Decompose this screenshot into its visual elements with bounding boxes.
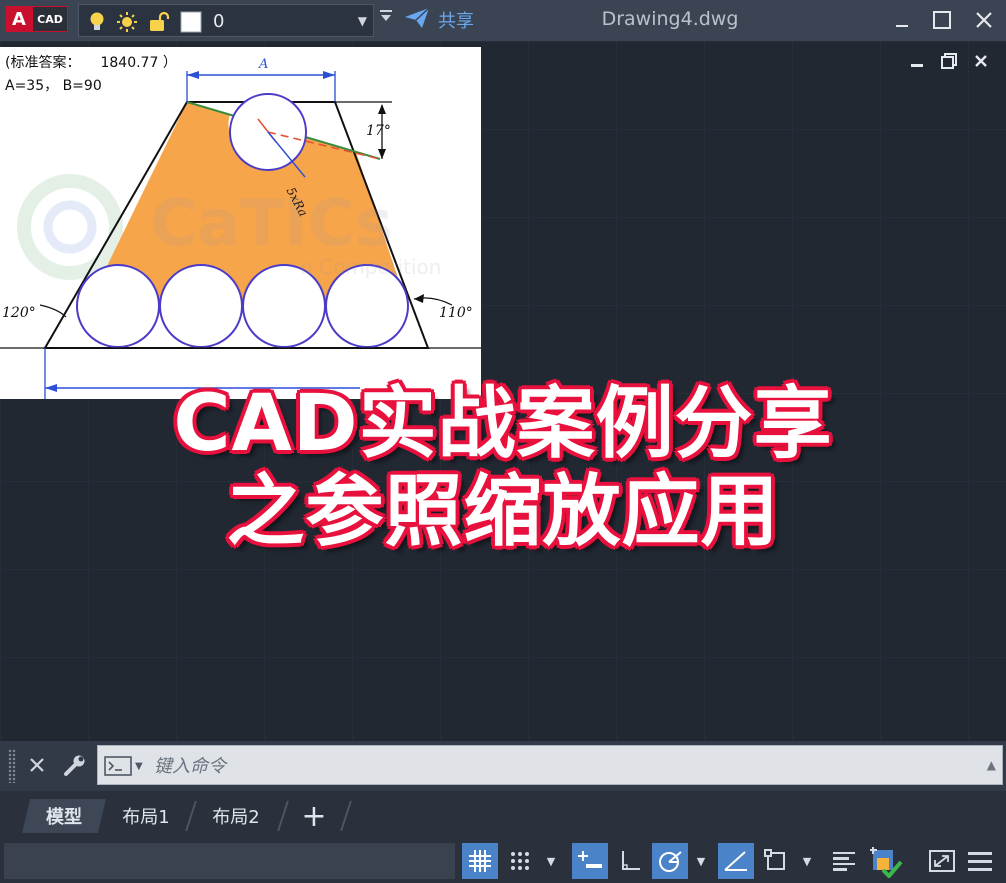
infer-constraints-icon[interactable] bbox=[572, 843, 608, 879]
watermark-subtext: n Competition bbox=[300, 255, 442, 279]
standard-answer: (标准答案： 1840.77 ） bbox=[5, 52, 177, 72]
app-logo[interactable]: A CAD bbox=[6, 6, 68, 32]
standard-answer-label: (标准答案： bbox=[5, 55, 81, 71]
object-snap-icon[interactable] bbox=[758, 843, 794, 879]
chevron-down-icon[interactable]: ▼ bbox=[799, 843, 815, 879]
maximize-icon[interactable] bbox=[926, 6, 958, 34]
command-line[interactable]: ▼ ▲ bbox=[97, 745, 1003, 785]
grid-icon[interactable] bbox=[462, 843, 498, 879]
app-logo-letter: A bbox=[6, 6, 32, 32]
close-command-icon[interactable] bbox=[26, 752, 48, 778]
command-bar: ▼ ▲ bbox=[0, 741, 1006, 791]
fullscreen-icon[interactable] bbox=[924, 843, 960, 879]
angle-left-label: 120° bbox=[2, 305, 36, 321]
chevron-down-icon[interactable]: ▼ bbox=[693, 843, 709, 879]
lineweight-icon[interactable] bbox=[826, 843, 862, 879]
ortho-icon[interactable] bbox=[612, 843, 648, 879]
polar-icon[interactable] bbox=[652, 843, 688, 879]
share-plane-icon bbox=[404, 7, 430, 33]
tab-layout2[interactable]: 布局2 bbox=[200, 799, 272, 833]
snap-icon[interactable] bbox=[502, 843, 538, 879]
tab-model[interactable]: 模型 bbox=[22, 799, 106, 833]
tab-layout1[interactable]: 布局1 bbox=[110, 799, 182, 833]
chevron-down-icon[interactable]: ▼ bbox=[358, 14, 367, 28]
drag-handle[interactable] bbox=[8, 749, 16, 783]
watermark-logo-icon bbox=[17, 174, 123, 280]
status-bar: ▼ ▼ ▼ bbox=[0, 839, 1006, 883]
coordinate-display bbox=[4, 843, 455, 879]
bottom-circle bbox=[76, 264, 160, 348]
drawing-canvas[interactable]: (标准答案： 1840.77 ） A=35， B=90 A 17° 5xRa Ca… bbox=[0, 41, 1006, 741]
chevron-down-icon[interactable]: ▼ bbox=[543, 843, 559, 879]
tab-divider bbox=[340, 801, 352, 831]
command-input[interactable] bbox=[154, 752, 954, 780]
command-prompt-icon[interactable]: ▼ bbox=[104, 754, 148, 778]
viewport-minimize-icon[interactable] bbox=[905, 51, 929, 71]
standard-answer-value: 1840.77 ） bbox=[100, 55, 177, 71]
isodraft-icon[interactable] bbox=[718, 843, 754, 879]
layout-tabs: 模型 布局1 布局2 + bbox=[0, 791, 1006, 839]
document-title: Drawing4.dwg bbox=[601, 8, 739, 30]
unlock-icon[interactable] bbox=[147, 10, 171, 34]
chevron-up-icon[interactable]: ▲ bbox=[987, 758, 996, 772]
sun-icon[interactable] bbox=[115, 10, 139, 34]
angle-right-label: 110° bbox=[439, 305, 473, 321]
share-button[interactable]: 共享 bbox=[404, 6, 474, 34]
tab-divider bbox=[277, 801, 289, 831]
drawing-parameters: A=35， B=90 bbox=[5, 78, 102, 94]
workspace-icon[interactable] bbox=[868, 843, 904, 879]
watermark-text: CaTICs bbox=[150, 187, 393, 261]
wrench-icon[interactable] bbox=[60, 751, 90, 779]
dimension-a-label: A bbox=[259, 57, 269, 72]
dropdown-icon[interactable] bbox=[377, 8, 395, 32]
viewport-close-icon[interactable] bbox=[969, 51, 993, 71]
chevron-down-icon: ▼ bbox=[135, 760, 143, 772]
reference-image[interactable]: (标准答案： 1840.77 ） A=35， B=90 A 17° 5xRa Ca… bbox=[0, 47, 481, 399]
caption-line-2: 之参照缩放应用 bbox=[226, 467, 780, 557]
lightbulb-icon[interactable] bbox=[85, 10, 109, 34]
customize-menu-icon[interactable] bbox=[962, 843, 998, 879]
title-bar: A CAD 0 ▼ 共享 Drawing4.dwg bbox=[0, 0, 1006, 41]
app-logo-text: CAD bbox=[32, 6, 68, 32]
color-swatch-icon[interactable] bbox=[179, 10, 203, 34]
close-icon[interactable] bbox=[968, 6, 1000, 34]
minimize-icon[interactable] bbox=[886, 6, 918, 34]
tab-divider bbox=[185, 801, 197, 831]
layer-dropdown[interactable]: 0 ▼ bbox=[78, 4, 374, 37]
share-label: 共享 bbox=[438, 11, 474, 32]
layer-name: 0 bbox=[213, 11, 225, 32]
add-layout-button[interactable]: + bbox=[292, 799, 336, 834]
viewport-restore-icon[interactable] bbox=[937, 51, 961, 71]
bottom-circle bbox=[159, 264, 243, 348]
angle-top-label: 17° bbox=[366, 123, 391, 139]
